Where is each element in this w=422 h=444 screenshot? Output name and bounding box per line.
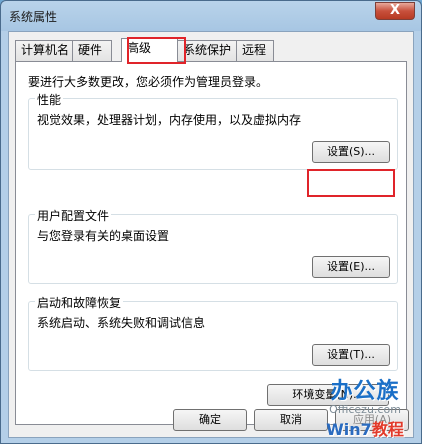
performance-group: 性能 视觉效果，处理器计划，内存使用，以及虚拟内存 设置(S)...	[28, 91, 398, 170]
startup-recovery-group: 启动和故障恢复 系统启动、系统失败和调试信息 设置(T)...	[28, 294, 398, 371]
tab-label: 硬件	[78, 43, 103, 57]
watermark-logo: 办公族	[330, 379, 400, 404]
watermark-sub-b: 教程	[371, 420, 404, 439]
startup-recovery-settings-button[interactable]: 设置(T)...	[312, 344, 390, 366]
watermark-subtitle: Win7教程	[315, 416, 415, 440]
site-watermark: 办公族 Officezu.com Win7教程	[315, 373, 415, 443]
tab-label: 系统保护	[183, 43, 232, 57]
tab-system-protection[interactable]: 系统保护	[177, 40, 237, 61]
performance-settings-button[interactable]: 设置(S)...	[312, 141, 390, 163]
ok-button[interactable]: 确定	[173, 409, 247, 431]
title-bar[interactable]: 系统属性 X	[1, 1, 421, 31]
performance-title: 性能	[35, 91, 64, 108]
tab-hardware[interactable]: 硬件	[72, 40, 112, 61]
system-properties-window: 系统属性 X 计算机名 硬件 高级 系统保护 远程 要进行大多数更改，您必须作为…	[0, 0, 422, 444]
user-profiles-title: 用户配置文件	[35, 207, 112, 224]
watermark-site: Officezu.com	[329, 403, 401, 416]
close-icon: X	[389, 3, 401, 18]
tab-label: 计算机名	[21, 43, 70, 57]
tab-computer-name[interactable]: 计算机名	[15, 40, 73, 61]
performance-description: 视觉效果，处理器计划，内存使用，以及虚拟内存	[37, 113, 302, 127]
settings-highlight-box	[307, 169, 395, 197]
window-title: 系统属性	[9, 10, 58, 24]
advanced-tab-panel: 要进行大多数更改，您必须作为管理员登录。 性能 视觉效果，处理器计划，内存使用，…	[15, 61, 407, 425]
startup-recovery-description: 系统启动、系统失败和调试信息	[37, 316, 206, 330]
watermark-sub-a: Win7	[326, 420, 372, 439]
admin-notice: 要进行大多数更改，您必须作为管理员登录。	[28, 75, 269, 89]
startup-recovery-title: 启动和故障恢复	[35, 294, 124, 311]
tab-label: 高级	[127, 41, 152, 55]
tab-label: 远程	[242, 43, 267, 57]
user-profiles-description: 与您登录有关的桌面设置	[37, 229, 170, 243]
tab-advanced[interactable]: 高级	[121, 38, 178, 62]
user-profiles-settings-button[interactable]: 设置(E)...	[312, 256, 390, 278]
close-button[interactable]: X	[375, 2, 415, 20]
user-profiles-group: 用户配置文件 与您登录有关的桌面设置 设置(E)...	[28, 207, 398, 284]
tab-remote[interactable]: 远程	[236, 40, 274, 61]
